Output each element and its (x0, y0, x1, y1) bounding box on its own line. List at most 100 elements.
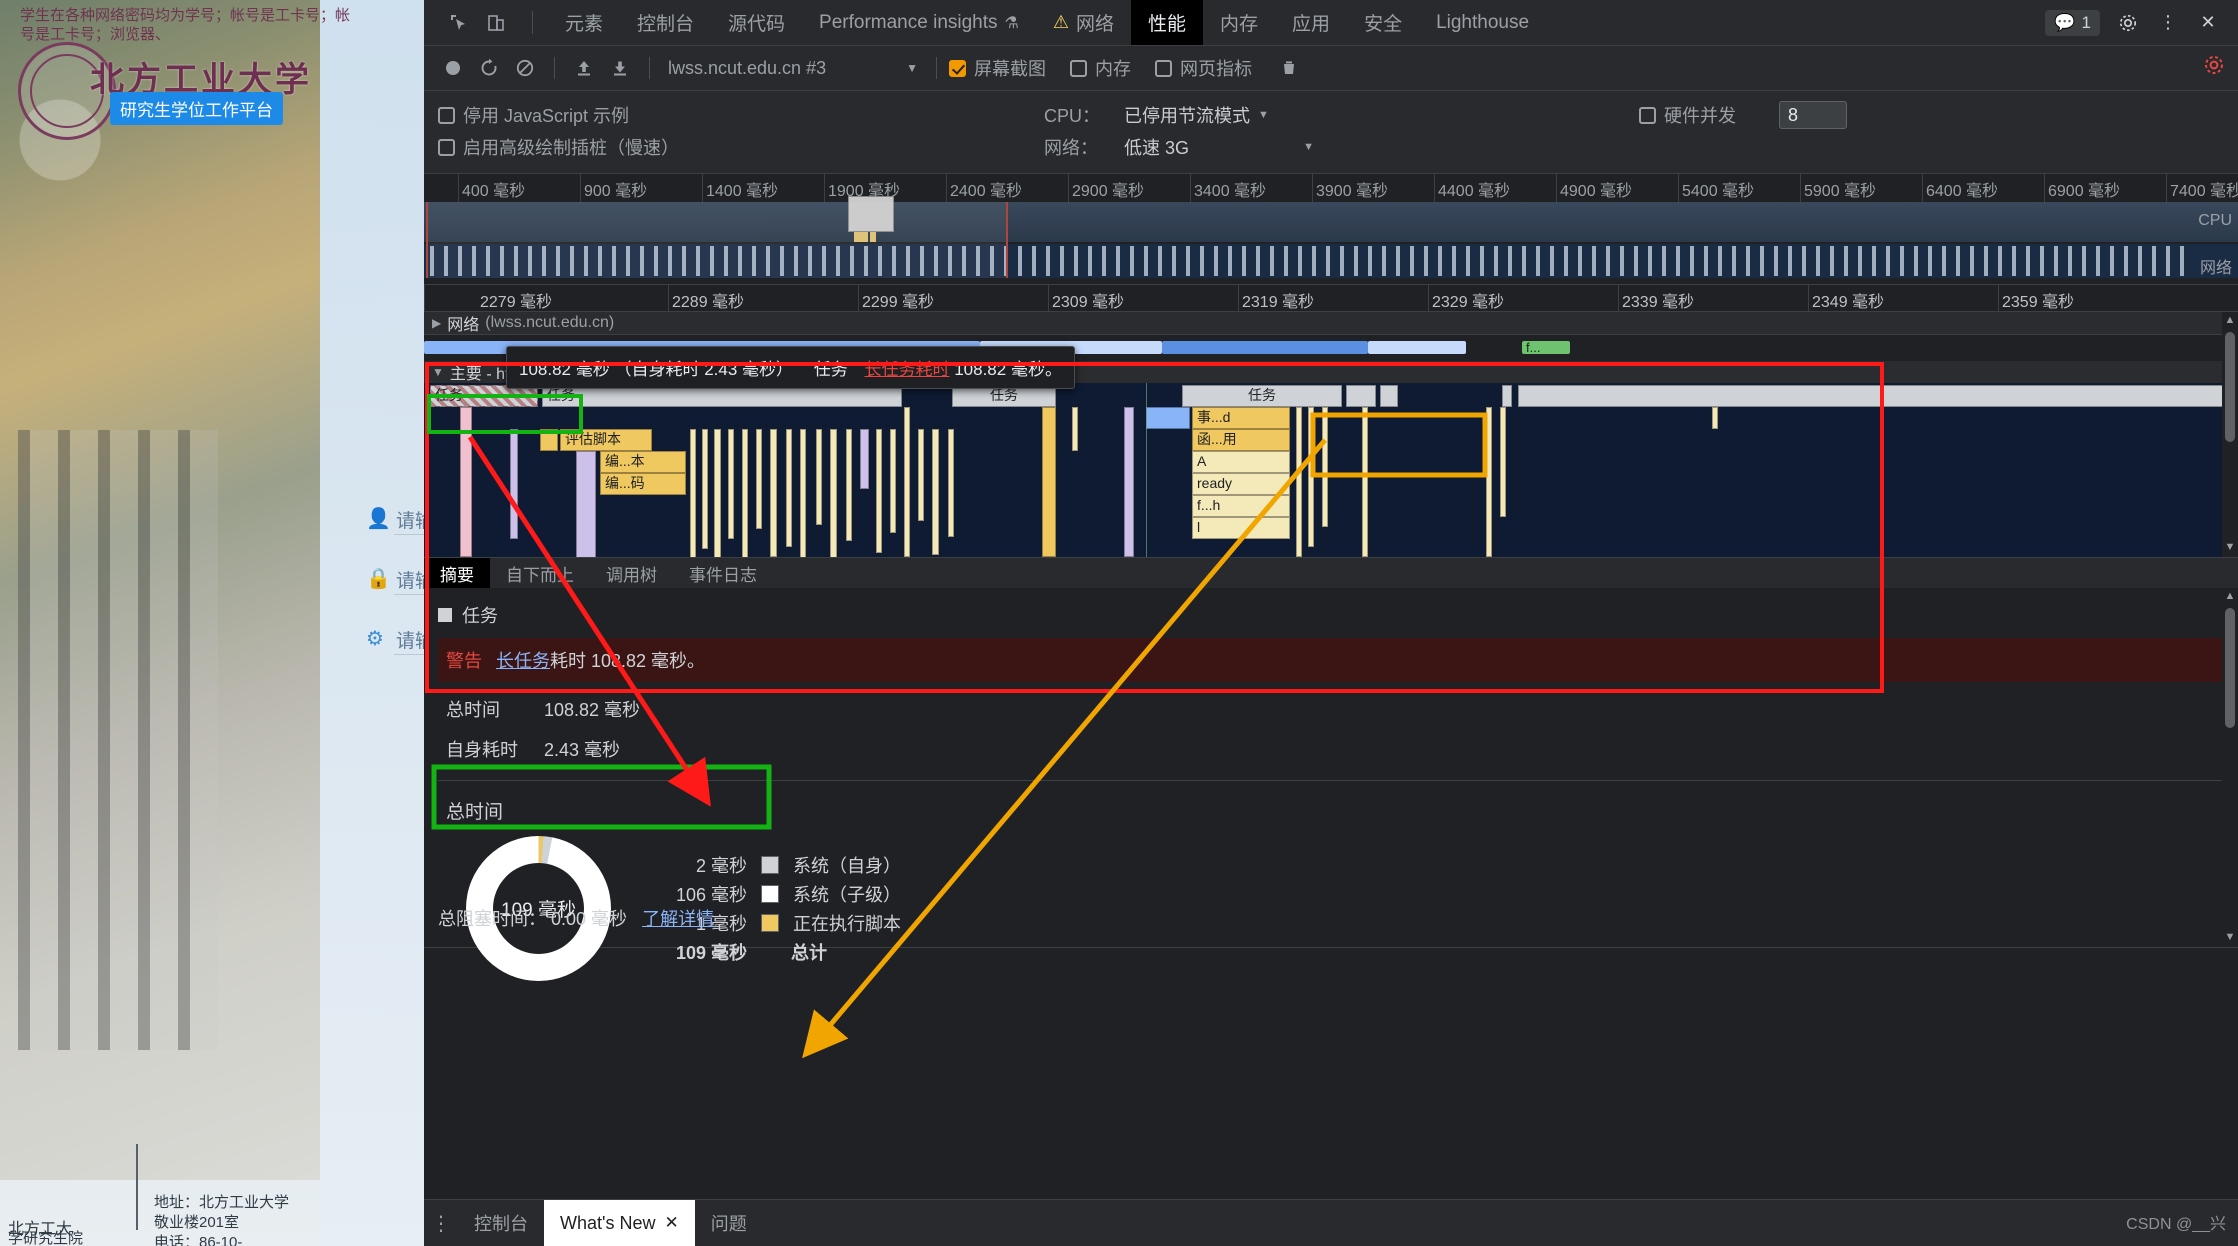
overview-tick: 2400 毫秒 (950, 183, 1023, 200)
tab-summary[interactable]: 摘要 (424, 558, 490, 588)
legend-label: 正在执行脚本 (793, 914, 901, 934)
tab-memory[interactable]: 内存 (1203, 0, 1275, 45)
scrollbar-thumb[interactable] (2225, 332, 2235, 442)
flame-block-task[interactable]: 任务 (1182, 385, 1342, 407)
summary-scrollbar[interactable]: ▲ ▼ (2222, 588, 2238, 947)
hardware-concurrency-input[interactable] (1779, 101, 1847, 129)
flame-chart[interactable]: 任务 任务 任务 任务 事...d 函...用 A ready f...h l … (424, 383, 2238, 557)
tab-event-log[interactable]: 事件日志 (673, 558, 773, 588)
inspect-icon[interactable] (446, 11, 470, 35)
hardware-concurrency-checkbox[interactable]: 硬件并发 (1639, 102, 1736, 128)
settings-gear-icon[interactable] (2116, 11, 2140, 35)
trash-icon[interactable] (1272, 51, 1306, 85)
tab-bottom-up[interactable]: 自下而上 (490, 558, 590, 588)
timeline-tick: 2309 毫秒 (1052, 294, 1125, 311)
capture-settings-icon[interactable] (2202, 53, 2226, 83)
reload-icon[interactable] (472, 51, 506, 85)
webvitals-checkbox[interactable]: 网页指标 (1155, 55, 1252, 81)
more-options-icon[interactable]: ⋮ (424, 1211, 458, 1236)
cpu-throttling-select[interactable]: 已停用节流模式 ▼ (1124, 102, 1269, 128)
flame-block-event[interactable] (1146, 407, 1190, 429)
tab-performance-insights[interactable]: Performance insights ⚗ (802, 0, 1036, 45)
checkbox-box-checked (949, 59, 966, 77)
network-throttling-value: 低速 3G (1124, 138, 1190, 158)
trace-selector[interactable]: lwss.ncut.edu.cn #3 ▼ (662, 58, 924, 79)
tab-security[interactable]: 安全 (1347, 0, 1419, 45)
username-field[interactable]: 👤 请输 (366, 500, 424, 540)
scroll-down-icon[interactable]: ▼ (2223, 931, 2237, 945)
blocked-label: 总阻塞时间： (438, 909, 546, 929)
tracks-scrollbar[interactable]: ▲ ▼ (2222, 312, 2238, 557)
overview-selection-window[interactable] (426, 202, 1008, 278)
tab-elements[interactable]: 元素 (548, 0, 620, 45)
toolbar-divider (554, 57, 555, 79)
flame-block-l[interactable]: l (1192, 517, 1290, 539)
total-blocking-time-row: 总阻塞时间： 0.00 毫秒 了解详情 (438, 905, 714, 931)
username-placeholder: 请输 (396, 511, 424, 532)
flame-block-label: 函...用 (1197, 431, 1237, 447)
tab-network[interactable]: ⚠ 网络 (1036, 0, 1131, 45)
flame-block-task[interactable] (1518, 385, 2238, 407)
more-vertical-icon[interactable]: ⋮ (2156, 11, 2180, 35)
flame-block-task[interactable] (1380, 385, 1398, 407)
learn-more-link[interactable]: 了解详情 (642, 909, 714, 929)
flame-block-label: l (1197, 519, 1201, 535)
long-task-link[interactable]: 长任务 (496, 651, 550, 671)
disable-js-checkbox[interactable]: 停用 JavaScript 示例 (424, 102, 629, 128)
flame-block-task[interactable] (1346, 385, 1376, 407)
drawer-tab-whats-new[interactable]: What's New ✕ (544, 1200, 695, 1246)
network-request-bar[interactable] (1368, 341, 1466, 354)
network-throttling-select[interactable]: 低速 3G ▼ (1124, 134, 1314, 160)
tab-console[interactable]: 控制台 (620, 0, 711, 45)
legend-row[interactable]: 2 毫秒 系统（自身） (637, 851, 901, 880)
campus-photo (0, 0, 320, 1180)
close-icon[interactable]: ✕ (2196, 11, 2220, 35)
legend-value: 2 毫秒 (695, 856, 747, 876)
tab-lighthouse[interactable]: Lighthouse (1419, 0, 1546, 45)
flame-block-label: ready (1197, 475, 1233, 491)
flame-block-event-selected[interactable]: 事...d (1192, 407, 1290, 429)
drawer-tab-issues[interactable]: 问题 (695, 1200, 763, 1246)
advanced-paint-checkbox[interactable]: 启用高级绘制插桩（慢速） (424, 134, 679, 160)
drawer-tab-console[interactable]: 控制台 (458, 1200, 544, 1246)
scroll-down-icon[interactable]: ▼ (2223, 541, 2237, 555)
tab-sources[interactable]: 源代码 (711, 0, 802, 45)
tab-application[interactable]: 应用 (1275, 0, 1347, 45)
flame-block-label: 任务 (990, 387, 1018, 403)
flame-block-a[interactable]: A (1192, 451, 1290, 473)
overview-tick: 3400 毫秒 (1194, 183, 1267, 200)
close-icon[interactable]: ✕ (664, 1213, 678, 1233)
message-count-badge[interactable]: 💬 1 (2045, 9, 2100, 36)
scroll-up-icon[interactable]: ▲ (2223, 590, 2237, 604)
timeline-tracks[interactable]: ▶ 网络 (lwss.ncut.edu.cn) f... ▼ 主要 - http… (424, 312, 2238, 557)
flame-block-compile-code[interactable]: 编...码 (600, 473, 686, 495)
toolbar-divider (532, 11, 533, 34)
flame-block-ready[interactable]: ready (1192, 473, 1290, 495)
scroll-up-icon[interactable]: ▲ (2223, 314, 2237, 328)
flame-block-task[interactable] (1502, 385, 1512, 407)
flame-block-function-call[interactable]: 函...用 (1192, 429, 1290, 451)
timeline-overview[interactable]: 400 毫秒 900 毫秒 1400 毫秒 1900 毫秒 2400 毫秒 29… (424, 174, 2238, 285)
scrollbar-thumb[interactable] (2225, 608, 2235, 728)
download-icon[interactable] (603, 51, 637, 85)
overview-tick: 3900 毫秒 (1316, 183, 1389, 200)
flame-block-evaluate-script[interactable]: 评估脚本 (560, 429, 652, 451)
password-field[interactable]: 🔒 请输 (366, 560, 424, 600)
device-toolbar-icon[interactable] (484, 11, 508, 35)
memory-checkbox[interactable]: 内存 (1070, 55, 1131, 81)
record-icon[interactable] (436, 51, 470, 85)
tab-call-tree[interactable]: 调用树 (590, 558, 673, 588)
summary-self-time-row: 自身耗时 2.43 毫秒 (438, 736, 2238, 762)
flame-block-compile-script[interactable]: 编...本 (600, 451, 686, 473)
tab-performance[interactable]: 性能 (1131, 0, 1204, 45)
clear-icon[interactable] (508, 51, 542, 85)
tab-label: 元素 (565, 14, 604, 35)
network-request-bar-labeled[interactable]: f... (1522, 341, 1570, 354)
screenshots-checkbox[interactable]: 屏幕截图 (949, 55, 1046, 81)
captcha-field[interactable]: ⚙ 请输 (366, 620, 424, 660)
network-request-bar[interactable] (1162, 341, 1368, 354)
network-track-header[interactable]: ▶ 网络 (lwss.ncut.edu.cn) (424, 312, 2238, 335)
upload-icon[interactable] (567, 51, 601, 85)
flame-block-fh[interactable]: f...h (1192, 495, 1290, 517)
platform-badge: 研究生学位工作平台 (110, 92, 283, 125)
